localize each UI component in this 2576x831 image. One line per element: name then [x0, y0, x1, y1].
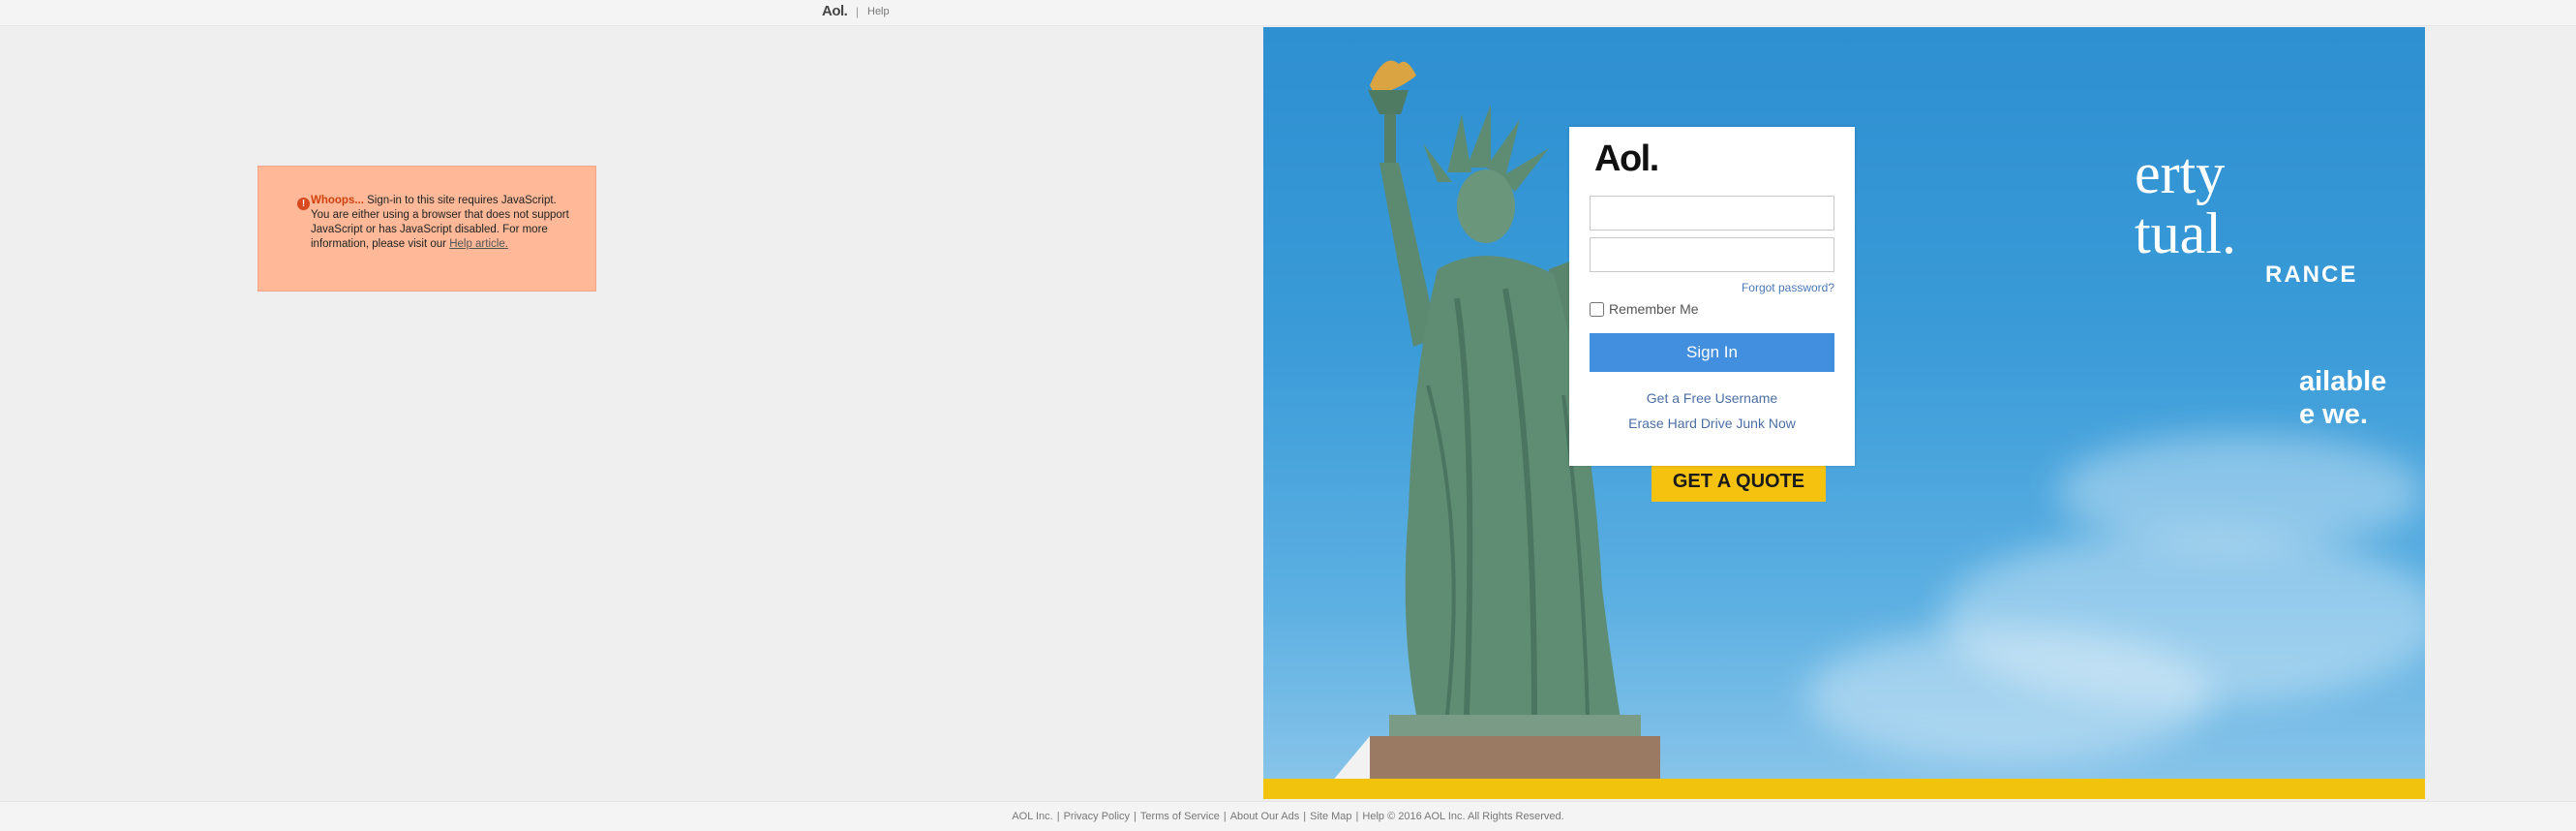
login-panel: Aol. Forgot password? Remember Me Sign I…: [1569, 127, 1855, 466]
top-bar: Aol. | Help: [0, 0, 2576, 26]
brand-line-1: erty: [2135, 141, 2226, 205]
ad-tagline-1: ailable: [2299, 366, 2387, 397]
remember-me-checkbox[interactable]: [1590, 301, 1604, 317]
cloud: [2057, 434, 2425, 550]
footer-link-aol-inc[interactable]: AOL Inc.: [1012, 811, 1052, 822]
forgot-password-link[interactable]: Forgot password?: [1742, 281, 1834, 294]
header-separator: |: [856, 5, 860, 18]
brand-wordmark: erty tual.: [2135, 143, 2236, 263]
username-input[interactable]: [1590, 196, 1834, 231]
brand-line-2: tual.: [2135, 201, 2236, 265]
password-input[interactable]: [1590, 237, 1834, 272]
remember-me-label: Remember Me: [1609, 301, 1699, 317]
cloud: [1805, 628, 2212, 763]
footer-link-privacy[interactable]: Privacy Policy: [1064, 811, 1130, 822]
footer-link-help[interactable]: Help: [1362, 811, 1384, 822]
erase-hard-drive-link[interactable]: Erase Hard Drive Junk Now: [1569, 416, 1855, 431]
footer: AOL Inc. | Privacy Policy | Terms of Service…: [0, 801, 2576, 831]
free-username-link[interactable]: Get a Free Username: [1569, 390, 1855, 406]
error-message: Whoops... Sign-in to this site requires …: [311, 194, 572, 252]
remember-me[interactable]: Remember Me: [1590, 301, 1699, 317]
help-article-link[interactable]: Help article.: [449, 238, 508, 250]
aol-logo: Aol.: [1594, 138, 1659, 179]
ad-tagline-2: e we.: [2299, 399, 2368, 430]
javascript-error-box: ! Whoops... Sign-in to this site require…: [258, 166, 596, 292]
brand-insurance: RANCE: [2265, 262, 2358, 288]
help-link[interactable]: Help: [867, 6, 890, 17]
ad-yellow-strip: [1263, 779, 2425, 799]
footer-copyright: © 2016 AOL Inc. All Rights Reserved.: [1387, 811, 1564, 822]
error-title: Whoops...: [311, 195, 364, 206]
footer-link-site-map[interactable]: Site Map: [1310, 811, 1351, 822]
aol-header-logo[interactable]: Aol.: [822, 3, 848, 19]
sign-in-button[interactable]: Sign In: [1590, 333, 1834, 372]
footer-link-terms[interactable]: Terms of Service: [1140, 811, 1220, 822]
footer-link-about-ads[interactable]: About Our Ads: [1230, 811, 1300, 822]
error-icon: !: [297, 198, 310, 210]
